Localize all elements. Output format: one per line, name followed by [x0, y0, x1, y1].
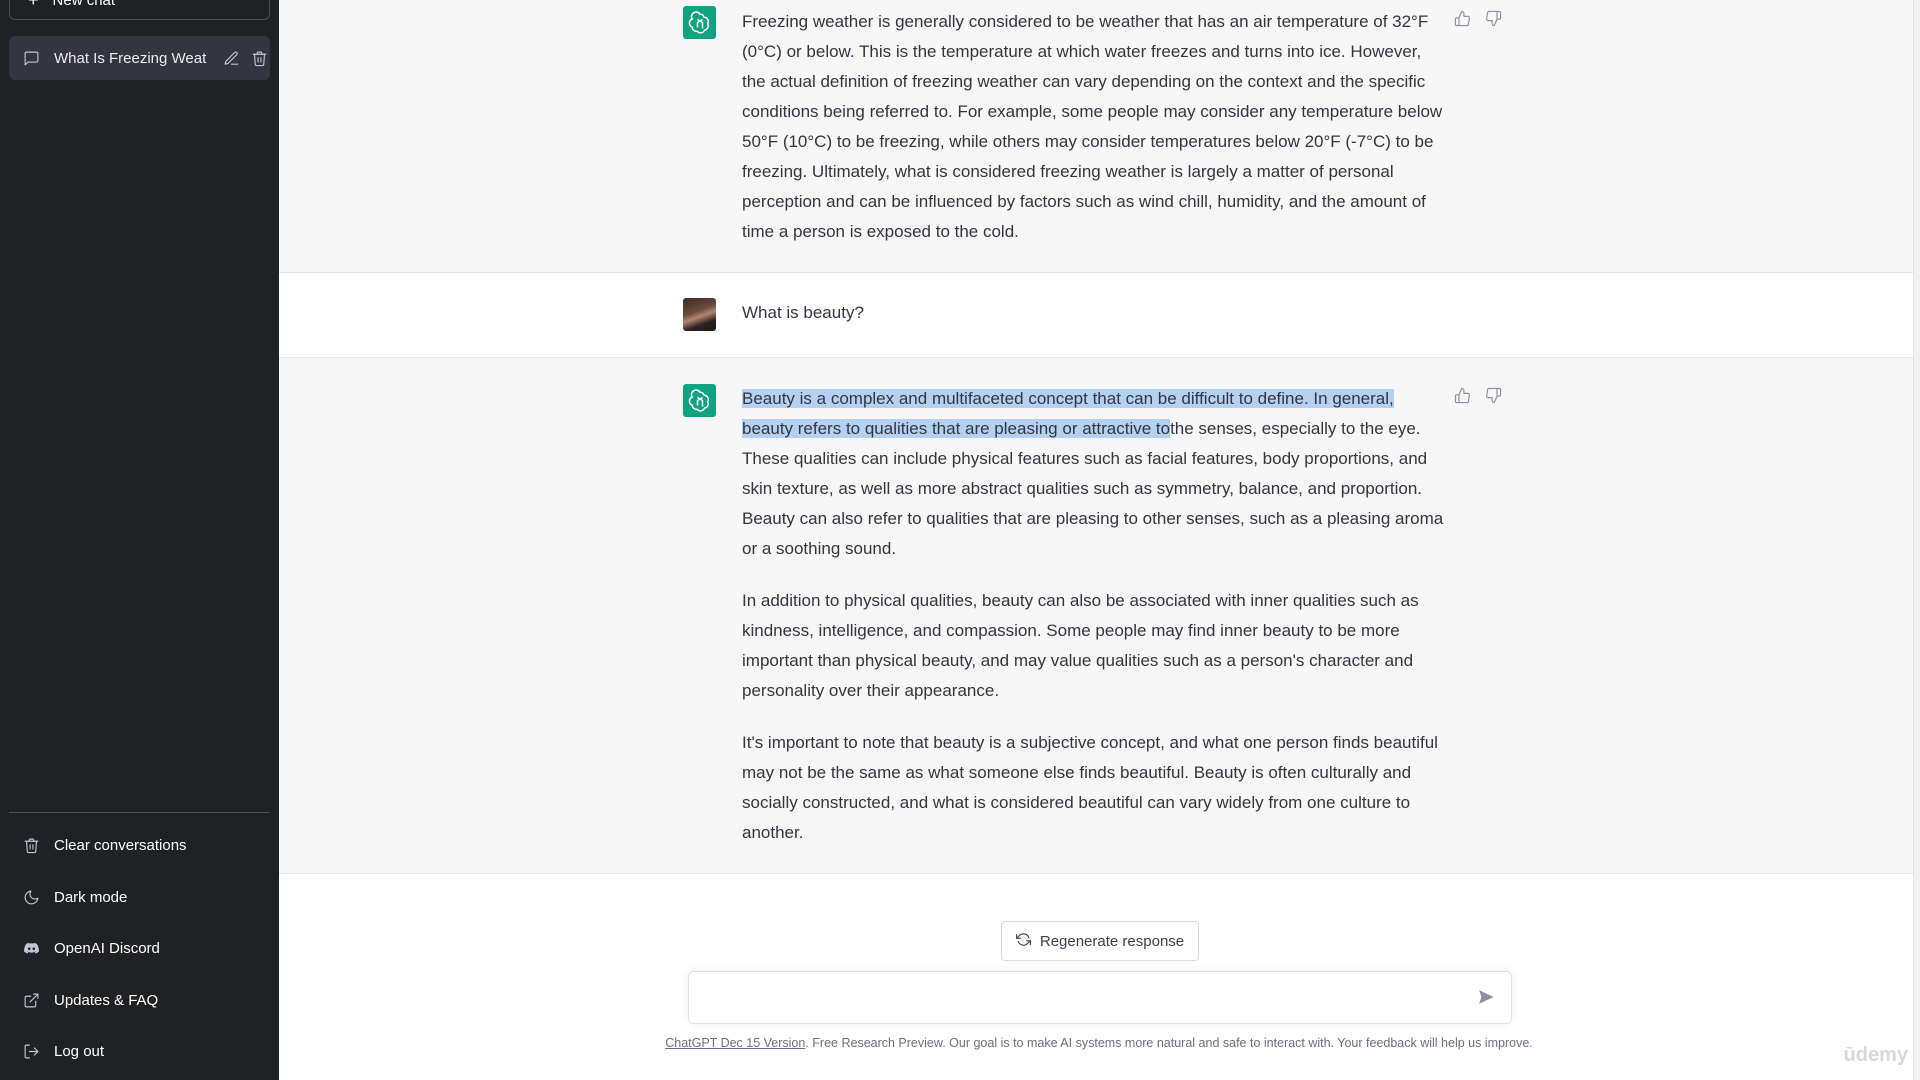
sidebar-menu: Clear conversations Dark mode OpenAI Dis… — [9, 820, 270, 1078]
discord-icon — [22, 940, 40, 958]
trash-icon[interactable] — [250, 49, 268, 67]
conversation-item[interactable]: What Is Freezing Weat — [9, 36, 270, 80]
chat-bubble-icon — [22, 49, 40, 67]
udemy-watermark: ūdemy — [1843, 1044, 1908, 1066]
updates-faq-link[interactable]: Updates & FAQ — [9, 975, 270, 1027]
plus-icon: + — [28, 0, 39, 10]
new-chat-label: New chat — [52, 0, 116, 9]
thumbs-down-icon[interactable] — [1485, 387, 1502, 409]
message-paragraph: Beauty is a complex and multifaceted con… — [742, 384, 1446, 564]
openai-discord-link[interactable]: OpenAI Discord — [9, 923, 270, 975]
assistant-message-text: Freezing weather is generally considered… — [742, 7, 1446, 247]
moon-icon — [22, 888, 40, 906]
logout-icon — [22, 1043, 40, 1061]
conversation-title: What Is Freezing Weat — [54, 49, 207, 67]
assistant-message: Beauty is a complex and multifaceted con… — [279, 358, 1913, 874]
assistant-message: Freezing weather is generally considered… — [279, 0, 1913, 273]
message-input[interactable] — [705, 984, 1465, 1012]
sidebar: + New chat What Is Freezing Weat Clear c… — [0, 0, 279, 1080]
menu-label: Dark mode — [54, 888, 128, 906]
chatgpt-logo-icon — [683, 384, 716, 417]
clear-conversations-button[interactable]: Clear conversations — [9, 820, 270, 872]
user-message-text: What is beauty? — [742, 303, 864, 322]
menu-label: OpenAI Discord — [54, 940, 160, 958]
log-out-button[interactable]: Log out — [9, 1026, 270, 1078]
regenerate-label: Regenerate response — [1039, 932, 1185, 950]
thumbs-up-icon[interactable] — [1454, 10, 1471, 32]
dark-mode-button[interactable]: Dark mode — [9, 872, 270, 924]
menu-label: Clear conversations — [54, 837, 187, 855]
external-link-icon — [22, 991, 40, 1009]
user-avatar — [683, 298, 716, 331]
assistant-message-text: Beauty is a complex and multifaceted con… — [742, 384, 1446, 848]
regenerate-response-button[interactable]: Regenerate response — [1001, 921, 1199, 961]
conversation-area: Freezing weather is generally considered… — [279, 0, 1913, 1080]
menu-label: Updates & FAQ — [54, 991, 159, 1009]
new-chat-button[interactable]: + New chat — [9, 0, 270, 20]
chatgpt-logo-icon — [683, 6, 716, 39]
message-paragraph: It's important to note that beauty is a … — [742, 733, 1438, 842]
message-composer — [688, 971, 1512, 1024]
sidebar-divider — [9, 812, 270, 813]
scrollbar[interactable] — [1913, 0, 1920, 1080]
message-paragraph: Freezing weather is generally considered… — [742, 12, 1443, 241]
menu-label: Log out — [54, 1043, 105, 1061]
user-message: What is beauty? — [279, 273, 1913, 358]
trash-icon — [22, 837, 40, 855]
send-icon[interactable] — [1477, 988, 1497, 1008]
feedback-buttons — [1454, 387, 1502, 409]
footer-note: ChatGPT Dec 15 Version. Free Research Pr… — [279, 1036, 1919, 1050]
thumbs-up-icon[interactable] — [1454, 387, 1471, 409]
thumbs-down-icon[interactable] — [1485, 10, 1502, 32]
footer-text: . Free Research Preview. Our goal is to … — [805, 1036, 1533, 1050]
message-paragraph: In addition to physical qualities, beaut… — [742, 591, 1419, 700]
paragraph-rest: the senses, especially to the eye. These… — [742, 419, 1444, 558]
edit-icon[interactable] — [222, 49, 240, 67]
feedback-buttons — [1454, 10, 1502, 32]
refresh-icon — [1015, 932, 1031, 951]
version-link[interactable]: ChatGPT Dec 15 Version — [665, 1036, 805, 1050]
